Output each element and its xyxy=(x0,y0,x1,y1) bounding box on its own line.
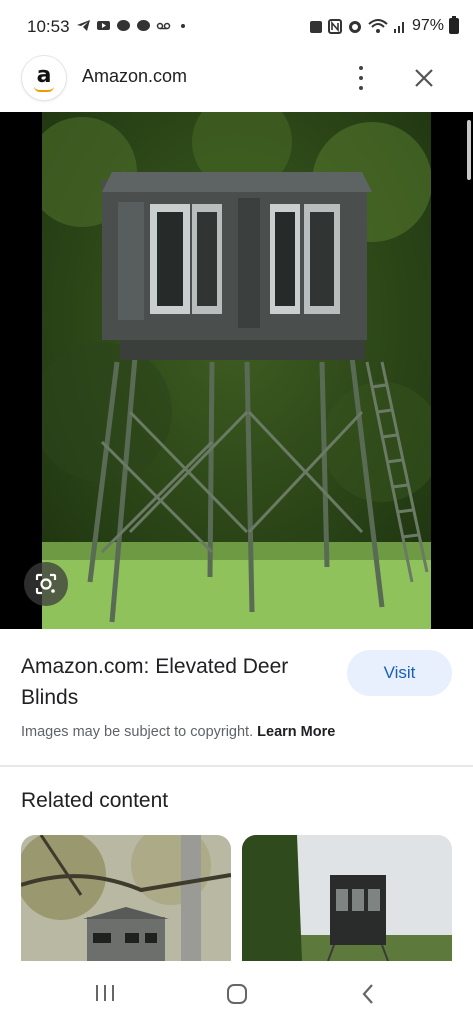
browser-header: a Amazon.com xyxy=(0,52,473,112)
divider xyxy=(0,765,473,767)
amazon-logo-icon[interactable]: a xyxy=(22,56,66,100)
back-icon[interactable] xyxy=(360,983,376,1005)
related-thumbnail-1[interactable] xyxy=(21,835,231,961)
learn-more-link[interactable]: Learn More xyxy=(257,724,335,740)
app-icon xyxy=(117,20,130,31)
related-content-heading: Related content xyxy=(21,789,169,812)
copyright-notice: Images may be subject to copyright. Lear… xyxy=(21,724,335,740)
logo-letter: a xyxy=(36,63,52,88)
visit-button[interactable]: Visit xyxy=(347,650,452,696)
lock-icon xyxy=(309,21,322,33)
voicemail-icon xyxy=(156,22,171,30)
related-image-1 xyxy=(21,835,231,961)
image-viewer xyxy=(0,112,473,629)
result-title: Amazon.com: Elevated Deer Blinds xyxy=(21,655,289,709)
site-name[interactable]: Amazon.com xyxy=(82,66,187,87)
scrollbar[interactable] xyxy=(467,120,471,180)
wifi-icon xyxy=(368,19,388,33)
copyright-text: Images may be subject to copyright. xyxy=(21,724,254,740)
notification-icons xyxy=(76,19,191,32)
lens-icon xyxy=(35,573,57,595)
more-options-icon[interactable] xyxy=(350,60,372,96)
related-image-2 xyxy=(242,835,452,961)
logo-smile xyxy=(34,86,54,92)
related-thumbnail-2[interactable] xyxy=(242,835,452,961)
google-lens-button[interactable] xyxy=(24,562,68,606)
system-nav-bar xyxy=(0,961,473,1024)
battery-percent: 97% xyxy=(411,17,444,34)
youtube-icon xyxy=(97,21,110,30)
telegram-icon xyxy=(77,20,90,31)
signal-icon xyxy=(393,22,404,33)
app-icon-2 xyxy=(137,20,150,31)
alarm-icon xyxy=(348,21,361,33)
battery-icon xyxy=(449,16,459,34)
dot-icon xyxy=(181,24,185,28)
status-bar: 10:53 97% xyxy=(0,0,473,52)
system-icons: 97% xyxy=(309,16,459,35)
recent-apps-icon[interactable] xyxy=(94,983,116,1003)
close-icon[interactable] xyxy=(410,64,438,92)
nfc-icon xyxy=(327,19,342,34)
status-time: 10:53 xyxy=(27,17,70,36)
home-icon[interactable] xyxy=(225,982,249,1006)
deer-blind-image[interactable] xyxy=(42,112,431,629)
